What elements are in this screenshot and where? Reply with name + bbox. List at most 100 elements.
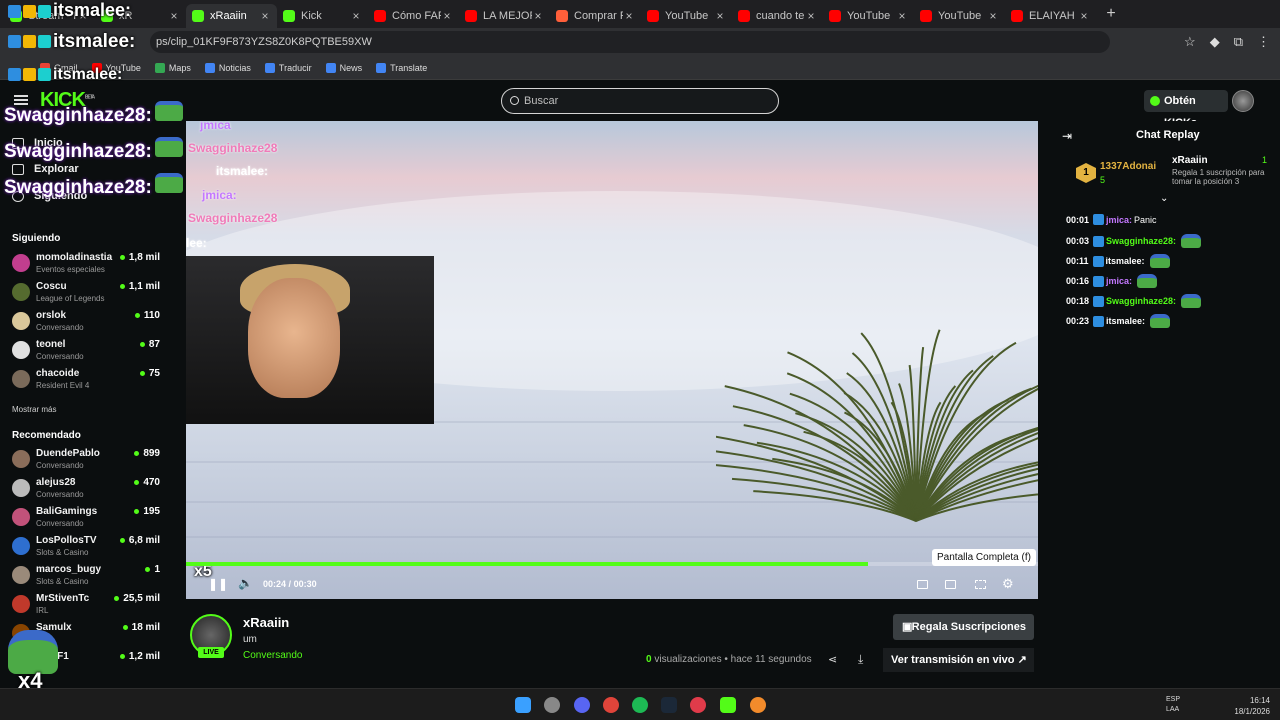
lang-code: ESP (1166, 696, 1181, 703)
new-tab-button[interactable]: + (1100, 5, 1122, 23)
pause-icon[interactable]: ❚❚ (208, 577, 228, 591)
message-user[interactable]: jmica: (1106, 276, 1132, 286)
sidebar-channel[interactable]: orslok Conversando 110 (12, 310, 160, 336)
sidebar-channel[interactable]: Coscu League of Legends 1,1 mil (12, 281, 160, 307)
sidebar-channel[interactable]: alejus28 Conversando 470 (12, 477, 160, 503)
browser-tab[interactable]: xRaaiin × (186, 4, 277, 28)
browser-tab[interactable]: Kick × (277, 4, 368, 28)
app-icon[interactable] (544, 697, 560, 713)
user-avatar[interactable] (1232, 90, 1254, 112)
discord-icon[interactable] (574, 697, 590, 713)
fullscreen-icon[interactable] (975, 580, 986, 589)
views-label: visualizaciones (654, 654, 722, 665)
gift-subscriptions-button[interactable]: ▣ Regala Suscripciones (893, 614, 1034, 640)
tab-label: Kick (301, 10, 322, 22)
watch-live-button[interactable]: Ver transmisión en vivo ↗ (883, 648, 1034, 672)
tab-close-icon[interactable]: × (987, 9, 999, 23)
browser-tab[interactable]: cuando term× (732, 4, 823, 28)
tab-label: YouTube (938, 10, 982, 22)
bookmark-star-icon[interactable]: ☆ (1184, 34, 1196, 50)
browser-tab[interactable]: YouTube × (641, 4, 732, 28)
tab-favicon-icon (192, 10, 204, 22)
streamer-webcam (186, 256, 434, 424)
tab-close-icon[interactable]: × (168, 9, 180, 23)
channel-name[interactable]: xRaaiin (243, 615, 289, 630)
show-more-link[interactable]: Mostrar más (12, 405, 56, 414)
tab-close-icon[interactable]: × (896, 9, 908, 23)
sidebar-channel[interactable]: marcos_bugy Slots & Casino 1 (12, 564, 160, 590)
get-kicks-button[interactable]: Obtén KICKs (1144, 90, 1228, 129)
spotify-icon[interactable] (632, 697, 648, 713)
desert-plant-image (716, 329, 1038, 522)
stream-category[interactable]: Conversando (243, 650, 302, 661)
sidebar-channel[interactable]: LosPollosTV Slots & Casino 6,8 mil (12, 535, 160, 561)
browser-tab[interactable]: YouTube × (914, 4, 1005, 28)
app-icon[interactable] (690, 697, 706, 713)
sidebar-channel[interactable]: teonel Conversando 87 (12, 339, 160, 365)
chrome-icon[interactable] (603, 697, 619, 713)
sidebar-channel[interactable]: BaliGamings Conversando 195 (12, 506, 160, 532)
settings-icon[interactable]: ⚙ (1002, 576, 1014, 592)
browser-tab[interactable]: LA MEJOR B× (459, 4, 550, 28)
extensions-puzzle-icon[interactable]: ⧉ (1234, 34, 1243, 50)
sidebar-channel[interactable]: momoladinastia Eventos especiales 1,8 mil (12, 252, 160, 278)
chevron-down-icon[interactable]: ⌄ (1160, 193, 1168, 204)
tab-close-icon[interactable]: × (714, 9, 726, 23)
bookmarks-bar: Gmail YouTube Maps Noticias Traducir News Tran… (0, 56, 1280, 80)
menu-dots-icon[interactable]: ⋮ (1257, 34, 1270, 50)
channel-name: Coscu (36, 281, 67, 292)
extension-icon[interactable]: ◆ (1210, 34, 1220, 50)
emote-icon (1181, 294, 1202, 308)
windows-start-icon[interactable] (515, 697, 531, 713)
sidebar-channel[interactable]: MrStivenTc IRL 25,5 mil (12, 593, 160, 619)
browser-tab[interactable]: Comprar Re× (550, 4, 641, 28)
pip-icon[interactable] (945, 580, 956, 589)
app-icon[interactable] (750, 697, 766, 713)
tab-close-icon[interactable]: × (1078, 9, 1090, 23)
language-indicator[interactable]: ESP LAA (1166, 695, 1180, 715)
theater-mode-icon[interactable] (917, 580, 928, 589)
tab-close-icon[interactable]: × (441, 9, 453, 23)
channel-category: IRL (36, 606, 49, 615)
search-placeholder: Buscar (524, 95, 559, 107)
volume-icon[interactable]: 🔈 (238, 576, 253, 590)
video-player[interactable]: jmica Swagginhaze28 itsmalee: jmica: Swa… (186, 121, 1038, 599)
browser-tab[interactable]: YouTube × (823, 4, 914, 28)
url-field[interactable]: ps/clip_01KF9F873YZS8Z0K8PQTBE59XW (150, 31, 1110, 53)
channel-category: Slots & Casino (36, 577, 89, 586)
search-input[interactable]: Buscar (501, 88, 779, 114)
bookmark[interactable]: Maps (154, 62, 191, 73)
message-user[interactable]: Swagginhaze28: (1106, 296, 1176, 306)
message-user[interactable]: itsmalee: (1106, 256, 1145, 266)
message-user[interactable]: itsmalee: (1106, 316, 1145, 326)
system-clock[interactable]: 16:14 18/1/2026 (1234, 695, 1270, 717)
sidebar-channel[interactable]: DuendePablo Conversando 899 (12, 448, 160, 474)
tab-close-icon[interactable]: × (259, 9, 271, 23)
message-user[interactable]: jmica: (1106, 215, 1132, 225)
browser-tab[interactable]: Cómo FARM× (368, 4, 459, 28)
bookmark[interactable]: Noticias (204, 62, 251, 73)
download-icon[interactable]: ⤓ (858, 652, 863, 667)
top-gifter-count: 5 (1100, 175, 1106, 185)
channel-category: League of Legends (36, 294, 105, 303)
sidebar-channel[interactable]: chacoide Resident Evil 4 75 (12, 368, 160, 394)
share-icon[interactable]: ⋖ (828, 653, 837, 666)
collapse-chat-icon[interactable]: ⇥ (1062, 129, 1072, 143)
viewer-count: 1,8 mil (120, 252, 160, 263)
tab-close-icon[interactable]: × (805, 9, 817, 23)
channel-category: Eventos especiales (36, 265, 105, 274)
video-progress-bar[interactable] (186, 562, 1038, 566)
bookmark[interactable]: Traducir (264, 62, 312, 73)
tab-close-icon[interactable]: × (350, 9, 362, 23)
channel-name: LosPollosTV (36, 535, 97, 546)
message-user[interactable]: Swagginhaze28: (1106, 236, 1176, 246)
tab-close-icon[interactable]: × (623, 9, 635, 23)
kick-app-icon[interactable] (720, 697, 736, 713)
tab-close-icon[interactable]: × (532, 9, 544, 23)
browser-tab[interactable]: ELAIYAH - T× (1005, 4, 1096, 28)
bookmark[interactable]: Translate (376, 62, 427, 73)
bookmark[interactable]: News (325, 62, 362, 73)
emote-icon (1149, 254, 1170, 268)
channel-avatar (12, 479, 30, 497)
steam-icon[interactable] (661, 697, 677, 713)
